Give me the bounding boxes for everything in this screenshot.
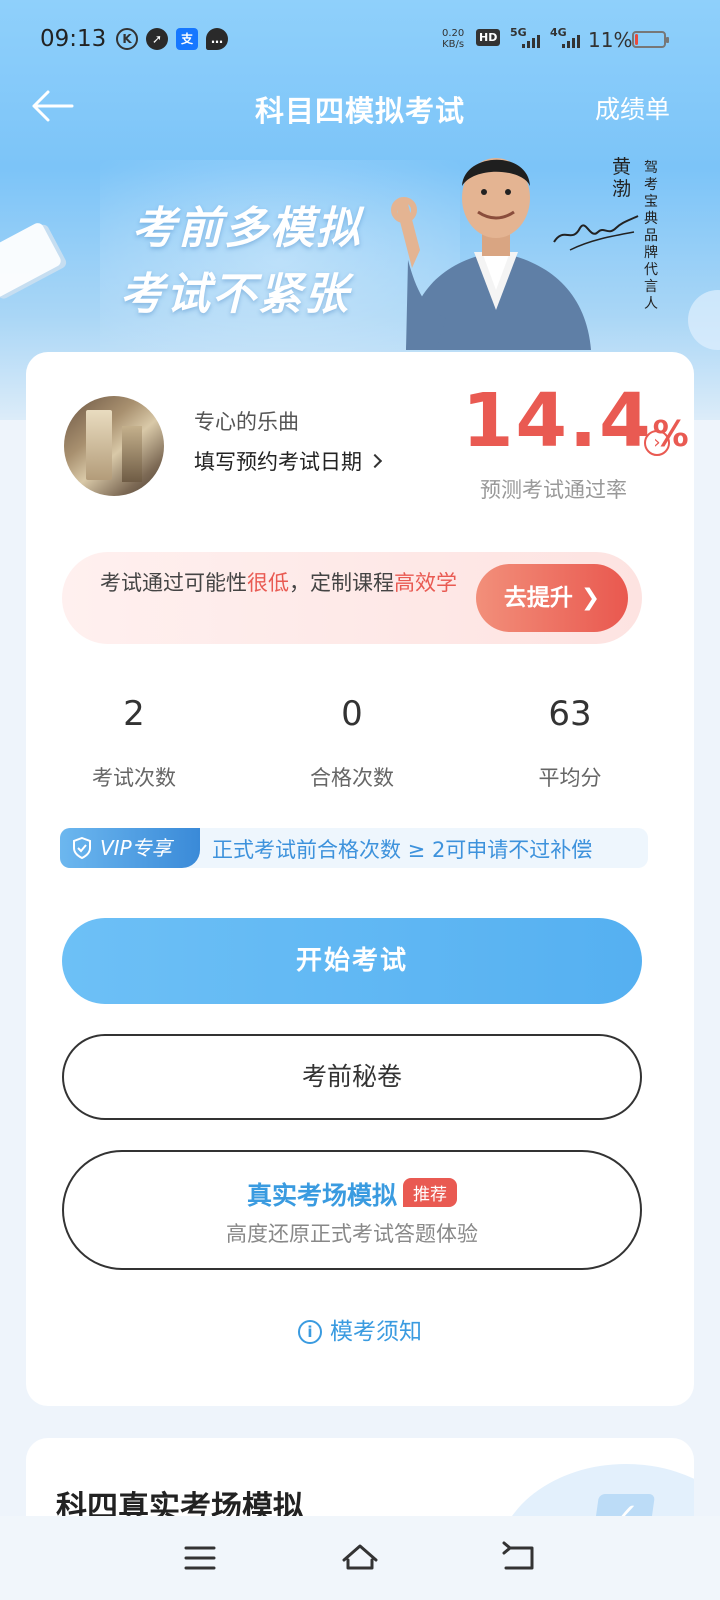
username: 专心的乐曲 [194, 410, 299, 434]
chevron-right-icon [367, 453, 383, 469]
message-icon: … [206, 28, 228, 50]
stat-pass-count: 0 合格次数 [252, 694, 452, 792]
improve-button[interactable]: 去提升 ❯ [476, 564, 628, 632]
network-speed: 0.20 KB/s [442, 28, 464, 50]
secret-paper-button[interactable]: 考前秘卷 [62, 1034, 642, 1120]
exam-date-link[interactable]: 填写预约考试日期 [194, 446, 383, 476]
avatar[interactable] [64, 396, 164, 496]
tip-text-part1: 考试通过可能性 [100, 571, 247, 595]
vip-benefit-text: 正式考试前合格次数 ≥ 2可申请不过补偿 [212, 838, 593, 862]
tip-highlight-efficient: 高效学 [394, 571, 457, 595]
navigation-app-icon: ➚ [146, 28, 168, 50]
battery-icon [632, 31, 669, 48]
score-report-link[interactable]: 成绩单 [595, 90, 670, 126]
stat-average-score: 63 平均分 [470, 694, 670, 792]
info-icon: i [298, 1320, 322, 1344]
network-speed-value: 0.20 [442, 28, 465, 39]
vip-tag: VIP专享 [60, 828, 200, 868]
battery-fill [635, 34, 638, 45]
system-nav-bar [0, 1516, 720, 1600]
signature-graphic [553, 215, 639, 251]
home-icon[interactable] [336, 1534, 384, 1582]
stat-value: 2 [123, 694, 145, 734]
status-bar: 09:13 K ➚ 支 … 0.20 KB/s HD 5G 4G 11% [0, 0, 720, 76]
stat-value: 63 [548, 694, 592, 734]
slogan-line-1: 考前多模拟 [132, 203, 362, 254]
pass-rate-label: 预测考试通过率 [480, 478, 627, 502]
exam-card: 专心的乐曲 填写预约考试日期 14.4% › 预测考试通过率 考试通过可能性很低… [26, 352, 694, 1406]
chevron-right-icon: ❯ [580, 585, 601, 611]
paper-decoration [0, 220, 63, 300]
network-speed-unit: KB/s [442, 39, 465, 50]
vip-benefit-bar[interactable]: VIP专享 正式考试前合格次数 ≥ 2可申请不过补偿 [60, 828, 648, 868]
hd-voice-icon: HD [476, 29, 501, 46]
stat-exam-count: 2 考试次数 [34, 694, 234, 792]
tip-text-part2: ，定制课程 [289, 571, 394, 595]
alipay-icon: 支 [176, 28, 198, 50]
stat-label: 平均分 [538, 766, 602, 790]
exam-notice-link[interactable]: i 模考须知 [26, 1312, 694, 1346]
k-app-icon: K [116, 28, 138, 50]
chevron-circle-right-icon[interactable]: › [644, 430, 670, 456]
improve-button-label: 去提升 [503, 585, 573, 611]
endorser-name: 黄渤 [612, 156, 632, 200]
real-sim-subtitle: 高度还原正式考试答题体验 [226, 1222, 478, 1246]
exam-date-label: 填写预约考试日期 [194, 450, 362, 474]
battery-percent: 11% [588, 28, 633, 52]
tip-text: 考试通过可能性很低，定制课程高效学 [100, 570, 460, 596]
signal-bars-icon [522, 34, 540, 48]
real-sim-title-label: 真实考场模拟 [246, 1181, 397, 1210]
status-time: 09:13 [40, 26, 107, 52]
vip-tag-label: VIP专享 [100, 836, 172, 860]
recommend-badge: 推荐 [403, 1178, 457, 1207]
stat-value: 0 [341, 694, 363, 734]
bubble-decoration [688, 290, 720, 350]
real-exam-simulation-button[interactable]: 真实考场模拟 推荐 高度还原正式考试答题体验 [62, 1150, 642, 1270]
menu-icon[interactable] [176, 1534, 224, 1582]
endorser-role: 驾考宝典品牌代言人 [644, 160, 658, 312]
start-exam-button[interactable]: 开始考试 [62, 918, 642, 1004]
stat-label: 考试次数 [92, 766, 176, 790]
exam-notice-label: 模考须知 [330, 1319, 422, 1345]
shield-check-icon [73, 837, 91, 859]
signal-bars-icon [562, 34, 580, 48]
pass-rate-value: 14.4 [462, 378, 653, 464]
stat-label: 合格次数 [310, 766, 394, 790]
back-icon[interactable] [496, 1534, 544, 1582]
tip-highlight-low: 很低 [247, 571, 289, 595]
slogan-line-2: 考试不紧张 [120, 269, 350, 320]
improve-tip-banner[interactable]: 考试通过可能性很低，定制课程高效学 去提升 ❯ [62, 552, 642, 644]
real-sim-title: 真实考场模拟 推荐 [64, 1176, 640, 1212]
